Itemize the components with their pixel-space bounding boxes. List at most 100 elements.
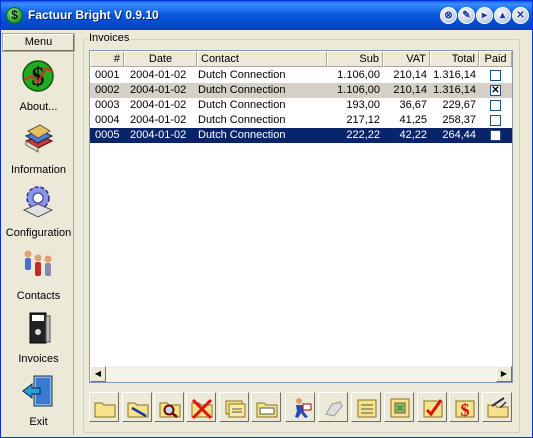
document-icon (357, 399, 377, 418)
cell-date: 2004-01-02 (130, 129, 187, 141)
print-icon (390, 398, 410, 418)
menu-label-invoices: Invoices (18, 353, 59, 365)
cell-total: 264,44 (442, 129, 476, 141)
cell-total: 1.316,14 (433, 69, 476, 81)
menu-item-exit[interactable]: Exit (3, 373, 74, 433)
window-title: Factuur Bright V 0.9.10 (28, 8, 159, 22)
invoice-list-header: # Date Contact Sub VAT Total Paid (90, 51, 512, 67)
table-row[interactable]: 0001 2004-01-02 Dutch Connection 1.106,0… (90, 68, 512, 83)
invoices-group-label: Invoices (87, 32, 132, 44)
cell-contact: Dutch Connection (198, 69, 286, 81)
app-dollar-icon[interactable]: $ (6, 7, 23, 24)
cell-sub: 1.106,00 (337, 69, 380, 81)
cell-date: 2004-01-02 (130, 69, 187, 81)
title-bar[interactable]: $ Factuur Bright V 0.9.10 ⊗ ✎ ▸ ▴ ✕ (1, 1, 532, 30)
cell-date: 2004-01-02 (130, 84, 187, 96)
paid-checkbox[interactable] (490, 70, 501, 81)
send-invoice-icon (295, 398, 312, 418)
pin-button[interactable]: ▸ (476, 7, 493, 24)
cell-vat: 36,67 (399, 99, 427, 111)
menu-label-contacts: Contacts (16, 290, 61, 302)
menu-header: Menu (2, 33, 75, 52)
new-invoice-button[interactable] (89, 392, 119, 422)
cell-date: 2004-01-02 (130, 114, 187, 126)
cell-vat: 41,25 (399, 114, 427, 126)
invoice-toolbar: $ (89, 392, 515, 426)
horizontal-scrollbar[interactable]: ◀ ▶ (90, 366, 512, 382)
invoice-options-icon (487, 397, 509, 418)
invoice-options-button[interactable] (482, 392, 512, 422)
rollup-button[interactable]: ⊗ (440, 7, 457, 24)
pay-invoice-button[interactable] (318, 392, 348, 422)
scroll-right-icon[interactable]: ▶ (496, 366, 512, 382)
paid-checkbox[interactable] (490, 100, 501, 111)
send-invoice-button[interactable] (285, 392, 315, 422)
menu-label-information: Information (10, 164, 67, 176)
dollar-icon: $ (22, 60, 54, 92)
cell-contact: Dutch Connection (198, 114, 286, 126)
search-invoice-button[interactable] (154, 392, 184, 422)
cell-number: 0005 (95, 129, 120, 141)
table-row[interactable]: 0004 2004-01-02 Dutch Connection 217,12 … (90, 113, 512, 128)
cell-number: 0003 (95, 99, 120, 111)
cell-sub: 1.106,00 (337, 84, 380, 96)
cell-total: 1.316,14 (433, 84, 476, 96)
col-header-contact[interactable]: Contact (197, 51, 327, 67)
menu-item-about[interactable]: $ About... (3, 58, 74, 118)
close-button[interactable]: ✕ (512, 7, 529, 24)
delete-invoice-button[interactable] (186, 392, 216, 422)
cell-number: 0004 (95, 114, 120, 126)
menu-item-configuration[interactable]: Configuration (3, 184, 74, 244)
delete-invoice-icon (191, 398, 213, 420)
edit-invoice-button[interactable] (122, 392, 152, 422)
search-invoice-icon (159, 402, 181, 418)
menu-item-information[interactable]: Information (3, 121, 74, 181)
paid-checkbox[interactable] (490, 130, 501, 141)
col-header-number[interactable]: # (90, 51, 124, 67)
cell-vat: 42,22 (399, 129, 427, 141)
col-header-vat[interactable]: VAT (383, 51, 430, 67)
table-row[interactable]: 0003 2004-01-02 Dutch Connection 193,00 … (90, 98, 512, 113)
scroll-left-icon[interactable]: ◀ (90, 366, 106, 382)
invoice-list-button[interactable] (251, 392, 281, 422)
cell-contact: Dutch Connection (198, 129, 286, 141)
table-row[interactable]: 0002 2004-01-02 Dutch Connection 1.106,0… (90, 83, 512, 98)
currency-button[interactable]: $ (449, 392, 479, 422)
books-icon (24, 124, 54, 153)
table-row-selected[interactable]: 0005 2004-01-02 Dutch Connection 222,22 … (90, 128, 512, 143)
menu-label-about: About... (19, 101, 58, 113)
cell-contact: Dutch Connection (198, 84, 286, 96)
document-button[interactable] (351, 392, 381, 422)
edit-invoice-icon (127, 402, 149, 418)
menu-item-contacts[interactable]: Contacts (3, 247, 74, 307)
col-header-total[interactable]: Total (430, 51, 479, 67)
invoice-list-icon (256, 402, 278, 418)
gear-icon (22, 186, 54, 218)
col-header-date[interactable]: Date (124, 51, 197, 67)
invoice-list[interactable]: # Date Contact Sub VAT Total Paid 0001 2… (89, 50, 513, 383)
paid-checkbox[interactable] (490, 115, 501, 126)
cell-sub: 217,12 (346, 114, 380, 126)
maximize-button[interactable]: ▴ (494, 7, 511, 24)
cell-total: 258,37 (442, 114, 476, 126)
mark-paid-button[interactable] (417, 392, 447, 422)
cell-number: 0002 (95, 84, 120, 96)
svg-text:$: $ (461, 400, 470, 420)
cell-vat: 210,14 (393, 84, 427, 96)
currency-icon: $ (455, 400, 475, 420)
copy-invoice-icon (225, 400, 246, 418)
menu-label-exit: Exit (29, 416, 48, 428)
print-button[interactable] (384, 392, 414, 422)
menu-label-configuration: Configuration (5, 227, 72, 239)
tools-button[interactable]: ✎ (458, 7, 475, 24)
menu-item-invoices[interactable]: Invoices (3, 310, 74, 370)
cell-contact: Dutch Connection (198, 99, 286, 111)
cell-date: 2004-01-02 (130, 99, 187, 111)
cell-vat: 210,14 (393, 69, 427, 81)
exit-door-icon (22, 375, 53, 407)
col-header-sub[interactable]: Sub (327, 51, 383, 67)
pay-invoice-icon (325, 401, 343, 417)
copy-invoice-button[interactable] (219, 392, 249, 422)
col-header-paid[interactable]: Paid (479, 51, 512, 67)
paid-checkbox-checked[interactable]: ✕ (490, 85, 501, 96)
